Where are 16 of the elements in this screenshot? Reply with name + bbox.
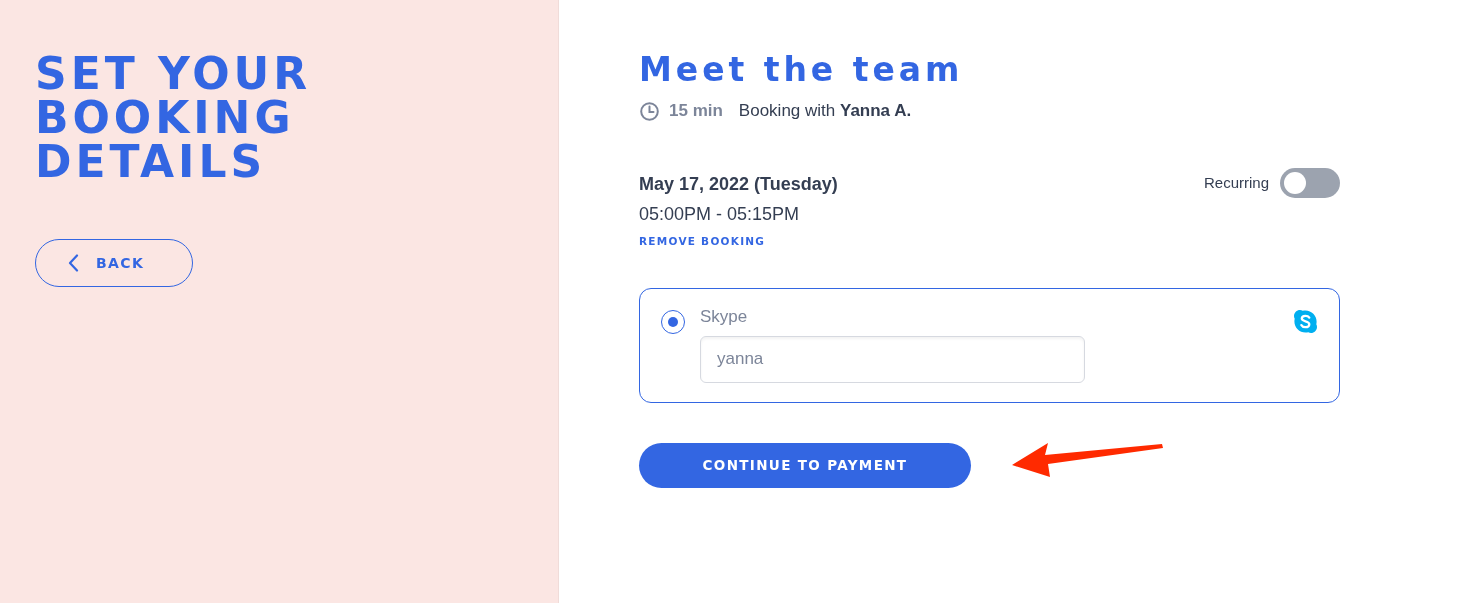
page-heading: SET YOUR BOOKING DETAILS — [35, 52, 313, 184]
booking-date: May 17, 2022 (Tuesday) — [639, 173, 838, 196]
booking-host-text: Booking with Yanna A. — [738, 100, 912, 123]
remove-booking-link[interactable]: REMOVE BOOKING — [639, 234, 766, 250]
booking-time: 05:00PM - 05:15PM — [639, 203, 801, 226]
location-option-card[interactable]: Skype yanna — [639, 287, 1340, 403]
location-label: Skype — [700, 306, 748, 327]
booking-title: Meet the team — [639, 50, 964, 90]
skype-logo-icon — [1293, 308, 1318, 334]
username-input-field[interactable]: yanna — [700, 335, 1085, 383]
chevron-left-icon — [68, 254, 79, 272]
duration-text: 15 min — [669, 100, 723, 123]
recurring-toggle[interactable] — [1280, 168, 1340, 198]
recurring-label: Recurring — [1203, 172, 1269, 193]
clock-icon — [640, 101, 659, 121]
continue-to-payment-button[interactable]: CONTINUE TO PAYMENT — [639, 442, 971, 488]
